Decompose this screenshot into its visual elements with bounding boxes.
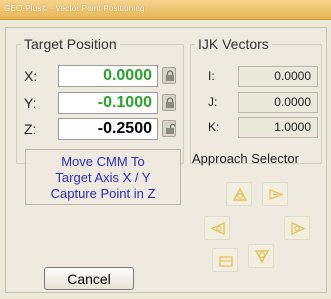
approach-front-left-icon [219, 256, 233, 267]
target-row-y: Y: -0.1000 [24, 92, 184, 114]
window-title: GEO-Plus© - Vector Point Positioning [4, 4, 145, 13]
approach-right-button[interactable] [284, 216, 310, 240]
approach-right-back-button[interactable] [262, 182, 288, 206]
target-row-x: X: 0.0000 [24, 65, 184, 87]
instruction-box: Move CMM To Target Axis X / Y Capture Po… [25, 149, 181, 205]
approach-right-icon [291, 221, 306, 236]
lock-icon [166, 70, 174, 81]
axis-label-k: K: [208, 120, 220, 134]
axis-label-j: J: [208, 95, 218, 109]
unlock-z-button[interactable] [162, 120, 176, 137]
axis-label-i: I: [208, 69, 215, 83]
approach-left-button[interactable] [204, 216, 230, 240]
lock-y-button[interactable] [162, 94, 176, 111]
title-bar: GEO-Plus© - Vector Point Positioning [0, 0, 331, 20]
main-panel: Target Position X: 0.0000 Y: -0.1000 Z: … [5, 27, 327, 293]
target-position-label: Target Position [24, 36, 117, 52]
instruction-line-2: Target Axis X / Y [55, 170, 151, 185]
axis-label-y: Y: [24, 95, 37, 111]
approach-front-left-button[interactable] [212, 248, 238, 272]
approach-front-icon [254, 250, 270, 264]
target-x-value[interactable]: 0.0000 [58, 65, 158, 87]
approach-right-back-icon [269, 188, 284, 201]
target-row-z: Z: -0.2500 [24, 118, 184, 140]
lock-x-button[interactable] [162, 67, 176, 84]
ijk-row-k: K: 1.0000 [200, 117, 320, 139]
approach-back-icon [232, 187, 248, 201]
axis-label-z: Z: [24, 121, 37, 137]
axis-label-x: X: [24, 68, 38, 84]
lock-icon [166, 97, 174, 108]
ijk-row-i: I: 0.0000 [200, 66, 320, 88]
ijk-row-j: J: 0.0000 [200, 92, 320, 114]
ijk-vectors-label: IJK Vectors [198, 36, 269, 52]
target-z-value[interactable]: -0.2500 [58, 118, 158, 140]
ijk-k-value: 1.0000 [238, 117, 318, 138]
approach-back-button[interactable] [226, 182, 252, 206]
target-y-value[interactable]: -0.1000 [58, 92, 158, 114]
instruction-line-1: Move CMM To [61, 154, 145, 169]
instruction-line-3: Capture Point in Z [50, 186, 156, 201]
unlock-icon [166, 123, 175, 134]
approach-front-button[interactable] [248, 244, 274, 268]
approach-selector [192, 170, 322, 272]
cancel-button[interactable]: Cancel [44, 267, 134, 290]
approach-left-icon [210, 221, 225, 236]
ijk-i-value: 0.0000 [238, 66, 318, 87]
approach-selector-label: Approach Selector [192, 151, 299, 166]
ijk-j-value: 0.0000 [238, 92, 318, 113]
